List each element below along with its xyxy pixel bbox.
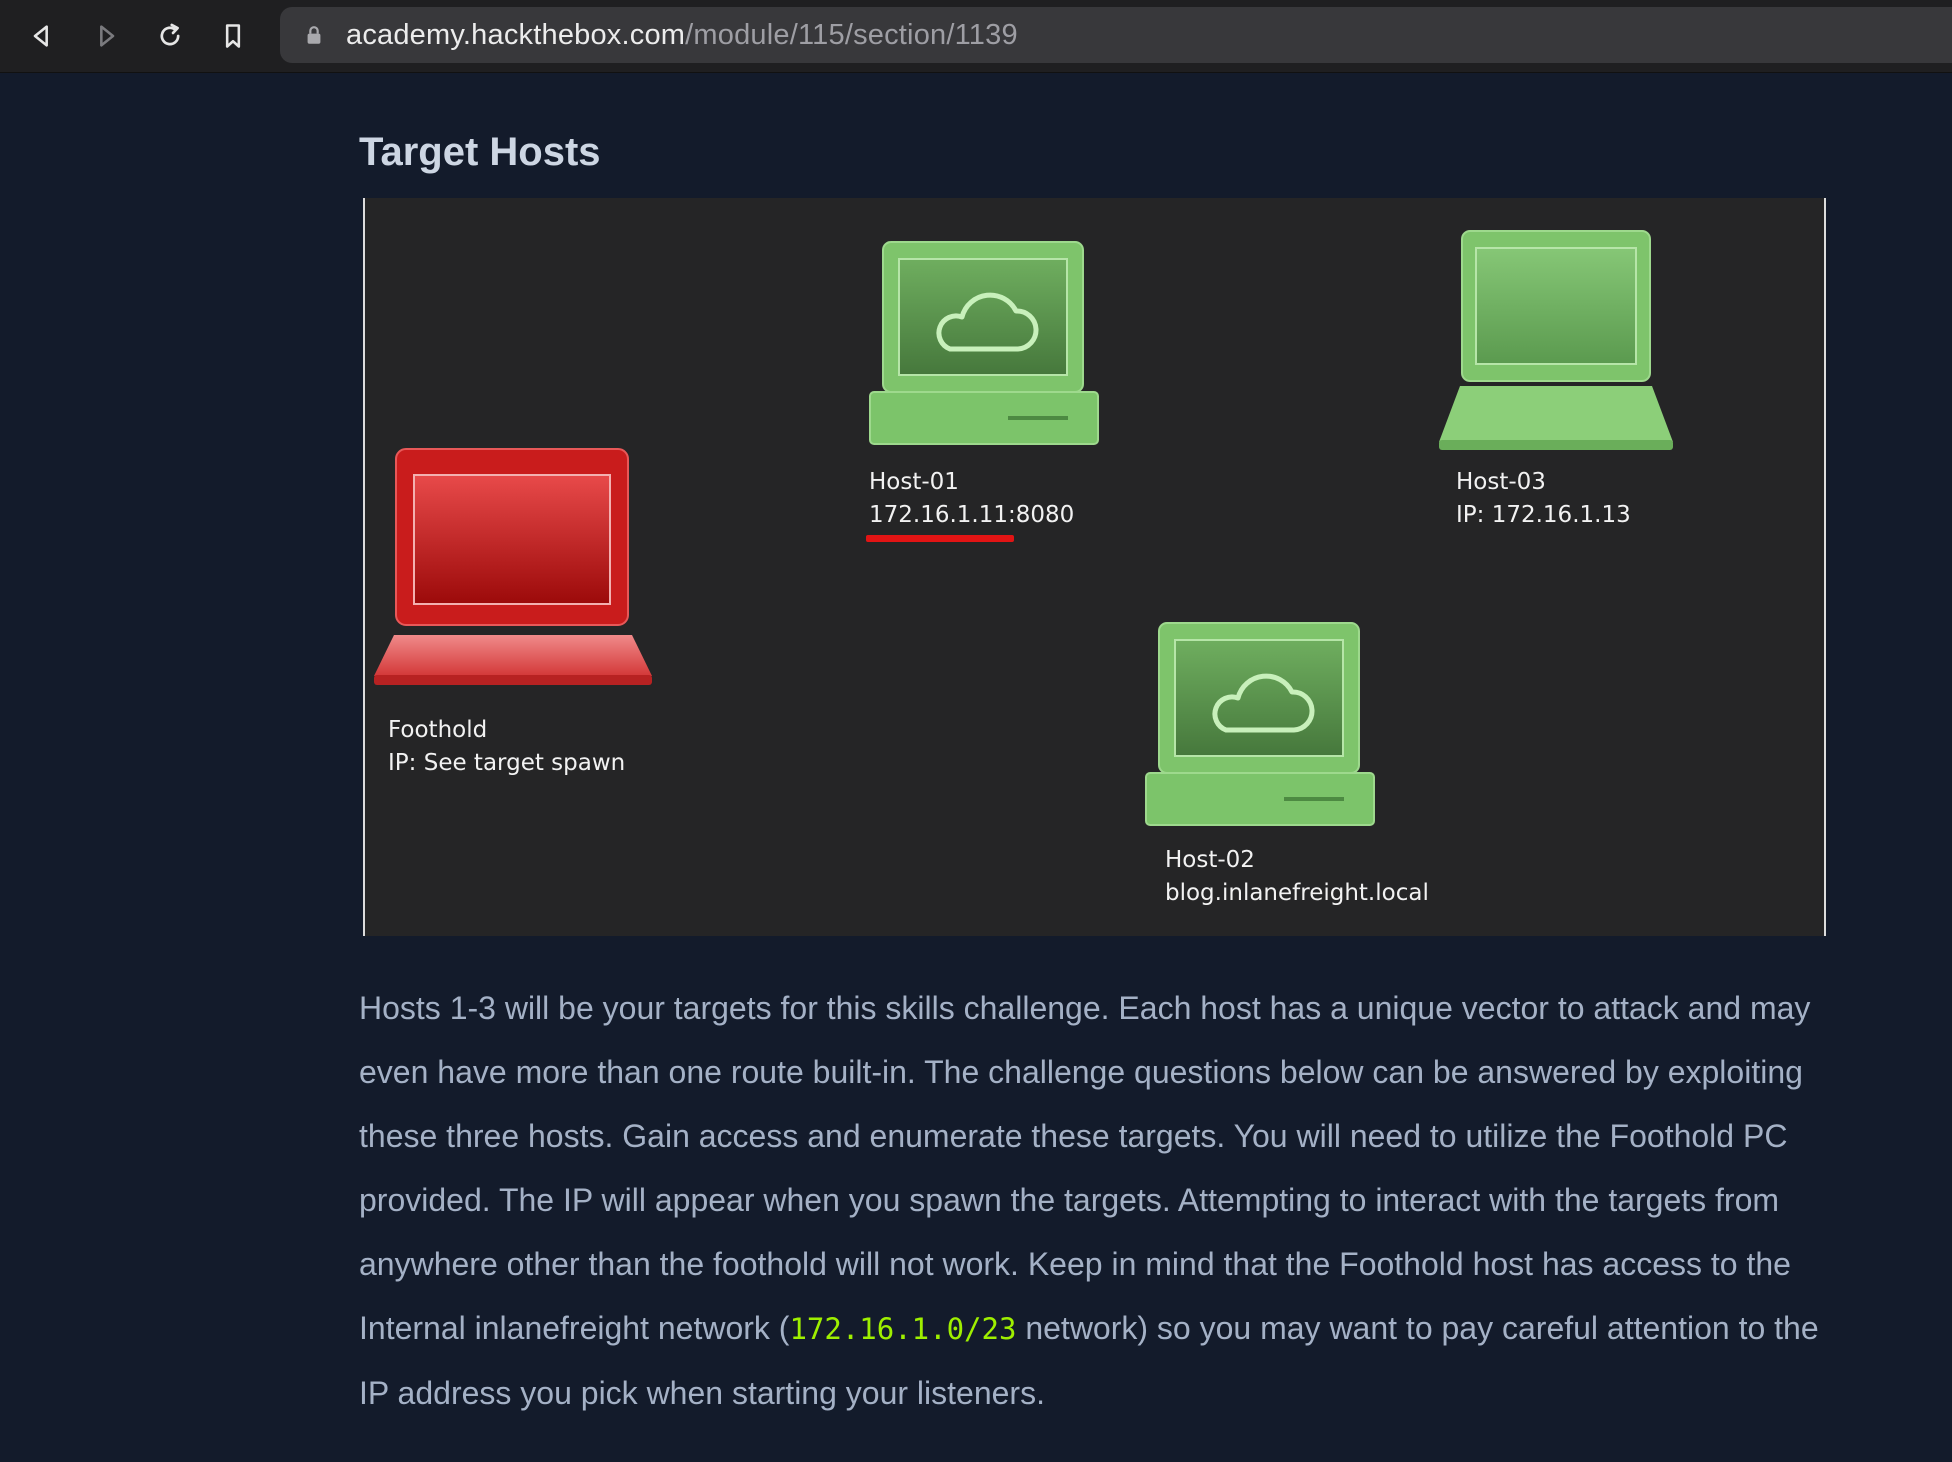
browser-toolbar: academy.hackthebox.com/module/115/sectio… [0, 0, 1952, 73]
network-cidr-code: 172.16.1.0/23 [789, 1312, 1017, 1346]
bookmark-button[interactable] [211, 14, 255, 58]
host-02-cloud-server-icon [1145, 622, 1375, 826]
lock-icon [302, 23, 326, 47]
host-01-highlight-underline [866, 535, 1014, 542]
reload-button[interactable] [148, 14, 192, 58]
address-bar[interactable]: academy.hackthebox.com/module/115/sectio… [280, 7, 1952, 63]
host-02-name: Host-02 [1165, 847, 1255, 873]
bookmark-icon [225, 24, 241, 48]
network-diagram: Foothold IP: See target spawn Host-01 17… [363, 198, 1826, 936]
host-01-cloud-server-icon [869, 241, 1099, 445]
foothold-name: Foothold [388, 717, 488, 743]
host-03-name: Host-03 [1456, 469, 1546, 495]
foothold-laptop-icon [374, 448, 652, 685]
description-text-start: Hosts 1-3 will be your targets for this … [359, 990, 1811, 1346]
foothold-label: Foothold IP: See target spawn [388, 714, 625, 780]
url-host: academy.hackthebox.com [346, 18, 686, 51]
host-01-label: Host-01 172.16.1.11:8080 [869, 466, 1074, 532]
page-title: Target Hosts [359, 130, 601, 174]
reload-icon [160, 23, 180, 46]
section-description: Hosts 1-3 will be your targets for this … [359, 976, 1839, 1425]
foothold-ip: IP: See target spawn [388, 750, 626, 776]
host-02-label: Host-02 blog.inlanefreight.local [1165, 844, 1429, 910]
host-03-laptop-icon [1439, 230, 1673, 450]
host-02-hostname: blog.inlanefreight.local [1165, 880, 1429, 906]
back-button[interactable] [20, 14, 64, 58]
url-text: academy.hackthebox.com/module/115/sectio… [346, 19, 1018, 52]
back-arrow-icon [33, 25, 48, 47]
host-03-label: Host-03 IP: 172.16.1.13 [1456, 466, 1631, 532]
host-01-address: 172.16.1.11:8080 [869, 502, 1075, 528]
url-path: /module/115/section/1139 [685, 18, 1018, 51]
forward-arrow-icon [100, 25, 115, 47]
host-01-name: Host-01 [869, 469, 959, 495]
forward-button[interactable] [84, 14, 128, 58]
host-03-ip: IP: 172.16.1.13 [1456, 502, 1631, 528]
